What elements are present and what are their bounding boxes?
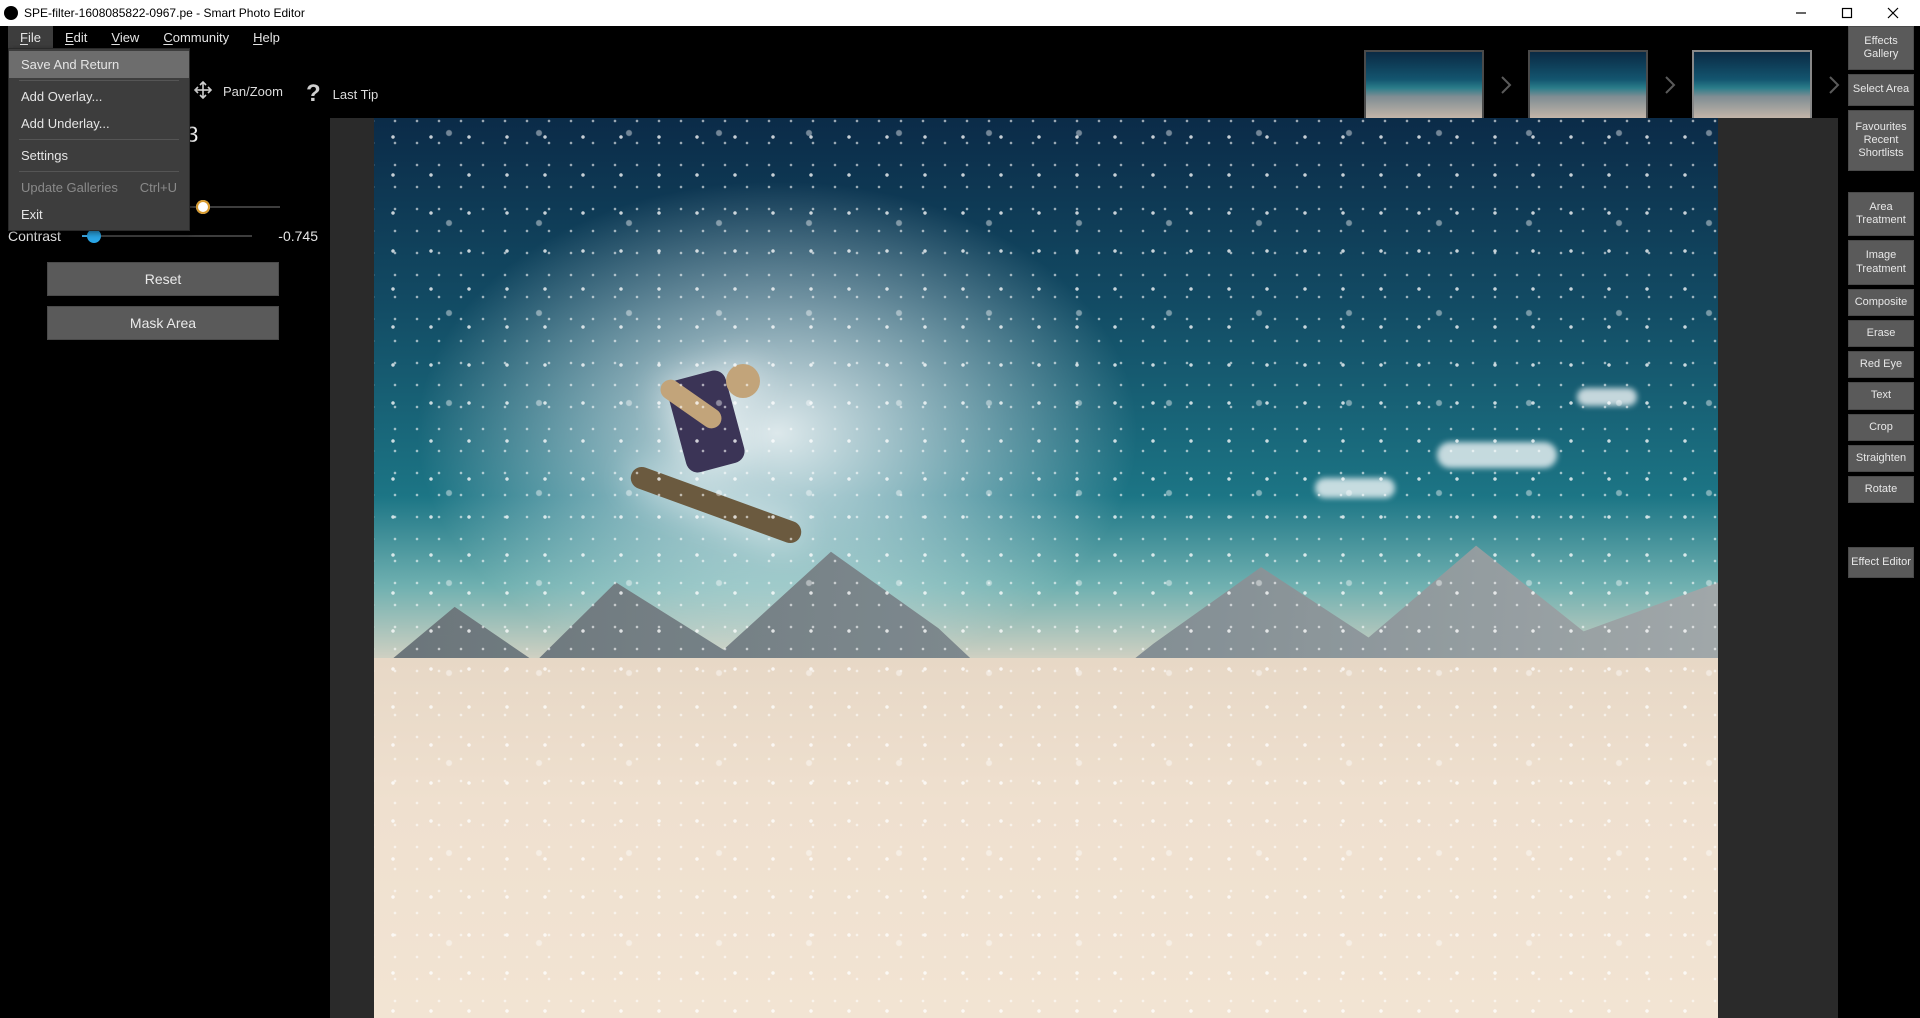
menu-separator: [19, 139, 179, 140]
effects-gallery-button[interactable]: Effects Gallery: [1848, 26, 1914, 70]
effect-editor-button[interactable]: Effect Editor: [1848, 547, 1914, 578]
file-update-galleries: Update Galleries Ctrl+U: [9, 174, 189, 201]
snowboarder-illustration: [616, 334, 806, 554]
tool-last-tip[interactable]: ? Last Tip: [306, 80, 378, 108]
image-treatment-button[interactable]: Image Treatment: [1848, 240, 1914, 284]
lasttip-label: Last Tip: [333, 87, 379, 102]
menu-community[interactable]: Community: [151, 26, 241, 50]
close-button[interactable]: [1870, 0, 1916, 26]
maximize-button[interactable]: [1824, 0, 1870, 26]
menubar: File Edit View Community Help: [0, 26, 1920, 50]
mask-area-button[interactable]: Mask Area: [47, 306, 279, 340]
contrast-value: -0.745: [264, 228, 318, 244]
menu-edit[interactable]: Edit: [53, 26, 99, 50]
menu-help[interactable]: Help: [241, 26, 292, 50]
reset-button[interactable]: Reset: [47, 262, 279, 296]
straighten-button[interactable]: Straighten: [1848, 445, 1914, 472]
favourites-button[interactable]: Favourites Recent Shortlists: [1848, 110, 1914, 172]
canvas-stage: [330, 118, 1838, 1018]
menu-separator: [19, 80, 179, 81]
menu-separator: [19, 171, 179, 172]
composite-button[interactable]: Composite: [1848, 289, 1914, 316]
text-button[interactable]: Text: [1848, 382, 1914, 409]
area-treatment-button[interactable]: Area Treatment: [1848, 192, 1914, 236]
right-tools-column: Area Treatment Image Treatment Composite…: [1848, 192, 1914, 578]
titlebar: SPE-filter-1608085822-0967.pe - Smart Ph…: [0, 0, 1920, 26]
file-exit[interactable]: Exit: [9, 201, 189, 228]
contrast-slider[interactable]: [82, 229, 252, 243]
tool-panzoom[interactable]: Pan/Zoom: [193, 80, 283, 103]
file-settings[interactable]: Settings: [9, 142, 189, 169]
red-eye-button[interactable]: Red Eye: [1848, 351, 1914, 378]
file-save-and-return[interactable]: Save And Return: [9, 51, 189, 78]
minimize-button[interactable]: [1778, 0, 1824, 26]
file-dropdown: Save And Return Add Overlay... Add Under…: [8, 48, 190, 231]
move-icon: [193, 80, 213, 103]
select-area-button[interactable]: Select Area: [1848, 74, 1914, 105]
rotate-button[interactable]: Rotate: [1848, 476, 1914, 503]
app-logo-icon: [4, 6, 18, 20]
brightness-slider-tail[interactable]: [190, 200, 280, 214]
file-add-underlay[interactable]: Add Underlay...: [9, 110, 189, 137]
menu-file[interactable]: File: [8, 26, 53, 50]
chevron-right-icon: [1500, 75, 1512, 100]
right-primary-column: Effects Gallery Select Area Favourites R…: [1848, 26, 1914, 171]
chevron-right-icon: [1828, 75, 1840, 100]
crop-button[interactable]: Crop: [1848, 414, 1914, 441]
chevron-right-icon: [1664, 75, 1676, 100]
window-title: SPE-filter-1608085822-0967.pe - Smart Ph…: [24, 6, 305, 20]
question-icon: ?: [306, 80, 321, 108]
menu-view[interactable]: View: [99, 26, 151, 50]
erase-button[interactable]: Erase: [1848, 320, 1914, 347]
file-add-overlay[interactable]: Add Overlay...: [9, 83, 189, 110]
edited-image[interactable]: [374, 118, 1718, 1018]
panzoom-label: Pan/Zoom: [223, 84, 283, 99]
